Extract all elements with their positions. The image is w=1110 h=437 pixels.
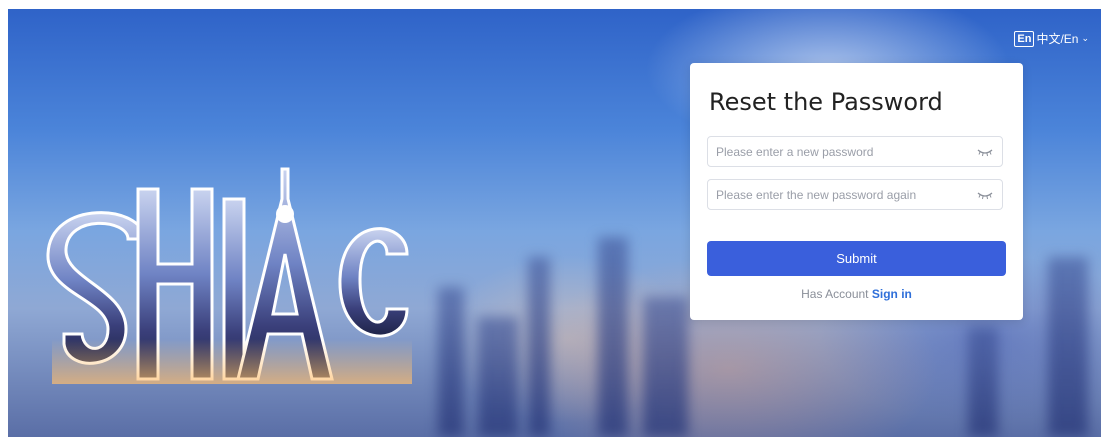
background-building [478, 317, 518, 437]
confirm-password-field[interactable] [707, 179, 1003, 210]
reset-password-card: Reset the Password Submit Has Account Si… [690, 63, 1023, 320]
has-account-text: Has Account [801, 287, 869, 301]
background-building [968, 327, 998, 437]
eye-closed-icon[interactable] [977, 190, 993, 200]
background-building [438, 287, 464, 437]
background-building [598, 237, 628, 437]
background-building [1048, 257, 1088, 437]
background-building [643, 297, 688, 437]
chevron-down-icon: ⌄ [1081, 33, 1089, 43]
sign-in-link[interactable]: Sign in [872, 287, 912, 301]
background-building [528, 257, 550, 437]
new-password-field[interactable] [707, 136, 1003, 167]
new-password-input[interactable] [708, 137, 976, 166]
tower-sphere-icon [276, 205, 294, 223]
has-account-row: Has Account Sign in [690, 287, 1023, 301]
language-label: 中文/En [1036, 32, 1079, 46]
shiac-logo [42, 159, 422, 389]
language-badge: En [1014, 30, 1035, 47]
reset-password-page: En 中文/En ⌄ Reset the Password Submit Has… [0, 0, 1110, 437]
submit-button[interactable]: Submit [707, 241, 1006, 276]
shiac-logo-graphic [46, 167, 412, 384]
card-title: Reset the Password [709, 88, 943, 116]
language-switch[interactable]: En 中文/En ⌄ [1014, 30, 1089, 47]
confirm-password-input[interactable] [708, 180, 976, 209]
eye-closed-icon[interactable] [977, 147, 993, 157]
